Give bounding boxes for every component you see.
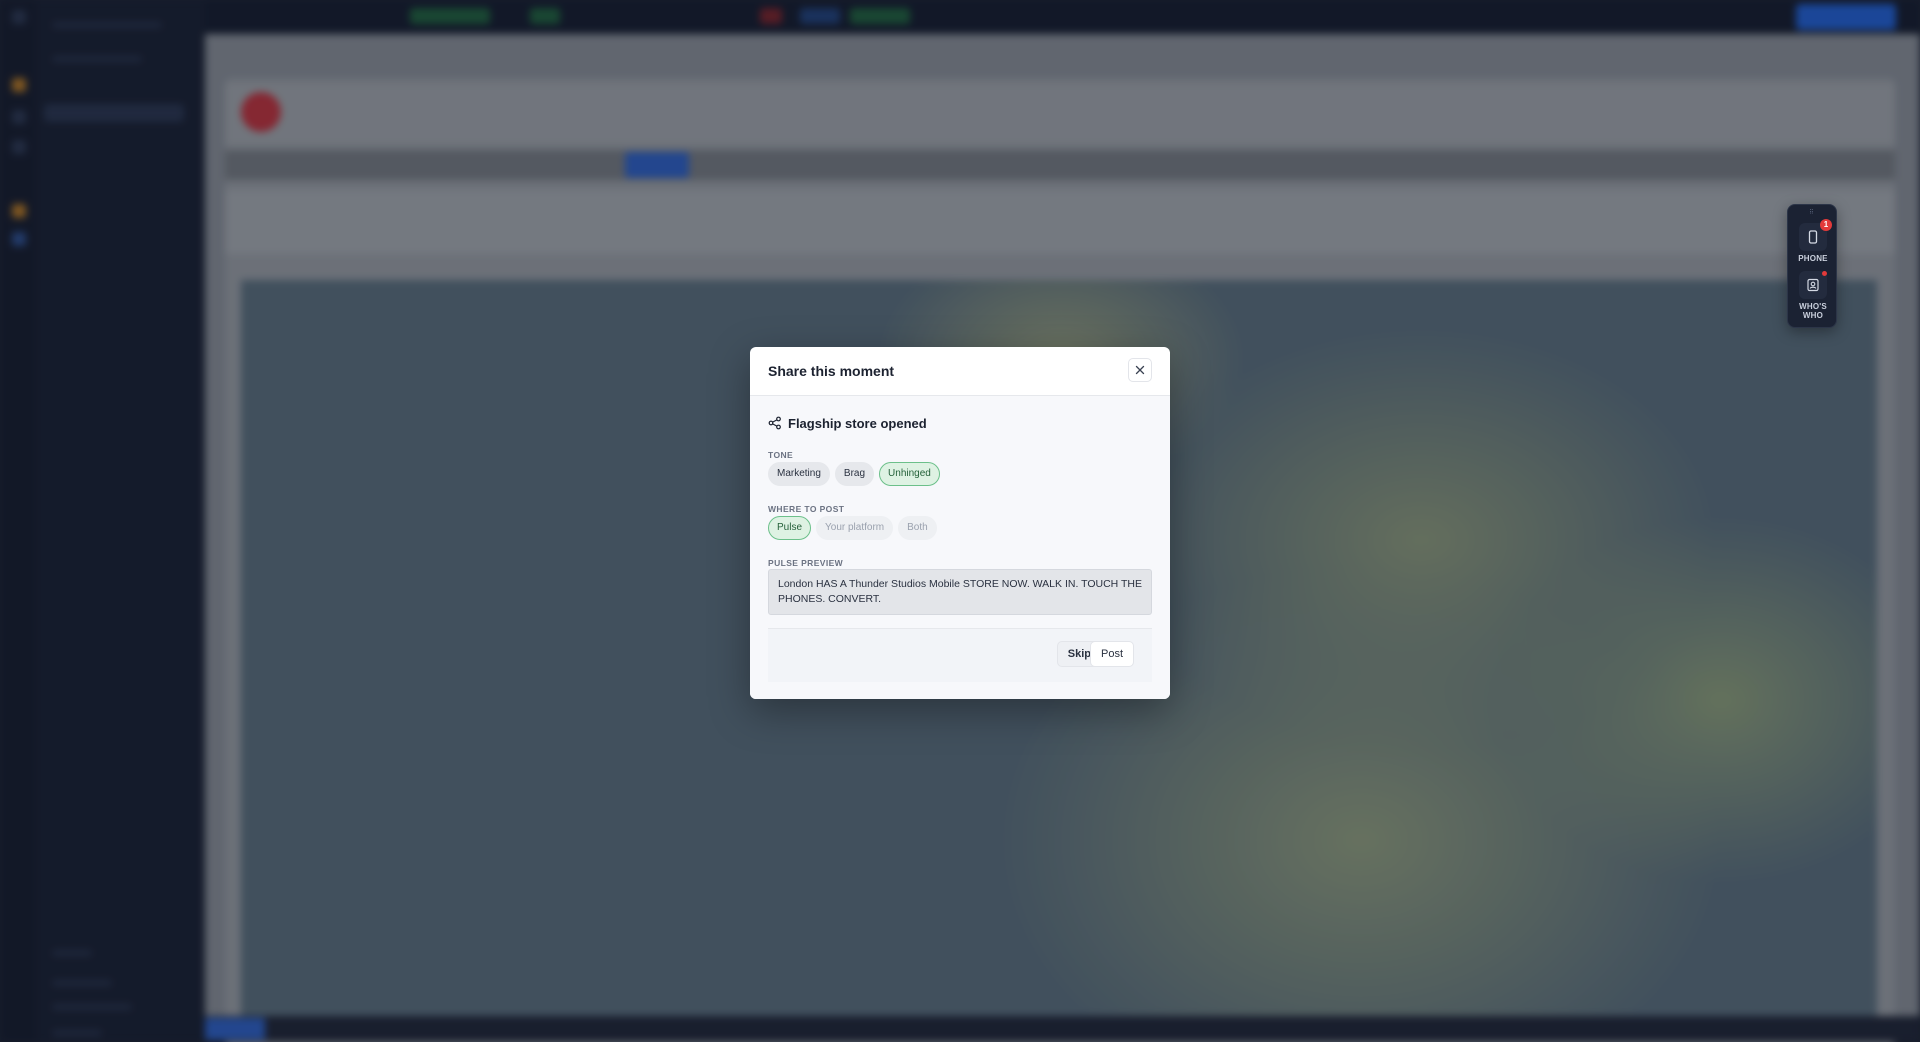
post-button[interactable]: Post (1089, 641, 1134, 667)
tone-options: Marketing Brag Unhinged (768, 462, 940, 486)
where-option-pulse[interactable]: Pulse (768, 516, 812, 540)
dock-phone-button[interactable]: 1 PHONE (1792, 219, 1834, 263)
floating-dock: ⠿ 1 PHONE WHO'S WHO (1787, 204, 1837, 328)
dock-whos-who-label: WHO'S WHO (1799, 302, 1827, 320)
dialog-header: Share this moment (750, 347, 1170, 396)
dialog-title: Share this moment (768, 363, 895, 379)
dock-whos-who-button[interactable]: WHO'S WHO (1792, 271, 1834, 320)
contact-card-icon (1799, 271, 1827, 299)
tone-option-marketing[interactable]: Marketing (768, 462, 830, 486)
tone-label: TONE (768, 450, 794, 460)
pulse-preview-label: PULSE PREVIEW (768, 558, 844, 568)
tone-option-brag[interactable]: Brag (834, 462, 875, 486)
close-button[interactable] (1128, 358, 1152, 382)
whos-who-notification-dot (1822, 271, 1827, 276)
moment-title: Flagship store opened (788, 415, 927, 431)
dock-drag-handle[interactable]: ⠿ (1788, 209, 1836, 216)
where-option-both[interactable]: Both (898, 516, 937, 540)
close-icon (1135, 365, 1145, 375)
moment-heading: Flagship store opened (768, 414, 927, 432)
share-moment-dialog: Share this moment Flagship store opened … (750, 347, 1170, 699)
share-icon (768, 416, 781, 430)
dock-phone-label: PHONE (1798, 254, 1828, 263)
dialog-footer: Skip Post (768, 628, 1152, 682)
tone-option-unhinged[interactable]: Unhinged (879, 462, 940, 486)
where-to-post-options: Pulse Your platform Both (768, 516, 937, 540)
pulse-preview-text: London HAS A Thunder Studios Mobile STOR… (768, 569, 1152, 615)
where-to-post-label: WHERE TO POST (768, 504, 845, 514)
phone-notification-badge: 1 (1820, 219, 1832, 231)
where-option-your-platform[interactable]: Your platform (816, 516, 894, 540)
phone-icon: 1 (1799, 219, 1832, 251)
dialog-body: Flagship store opened TONE Marketing Bra… (750, 396, 1170, 699)
